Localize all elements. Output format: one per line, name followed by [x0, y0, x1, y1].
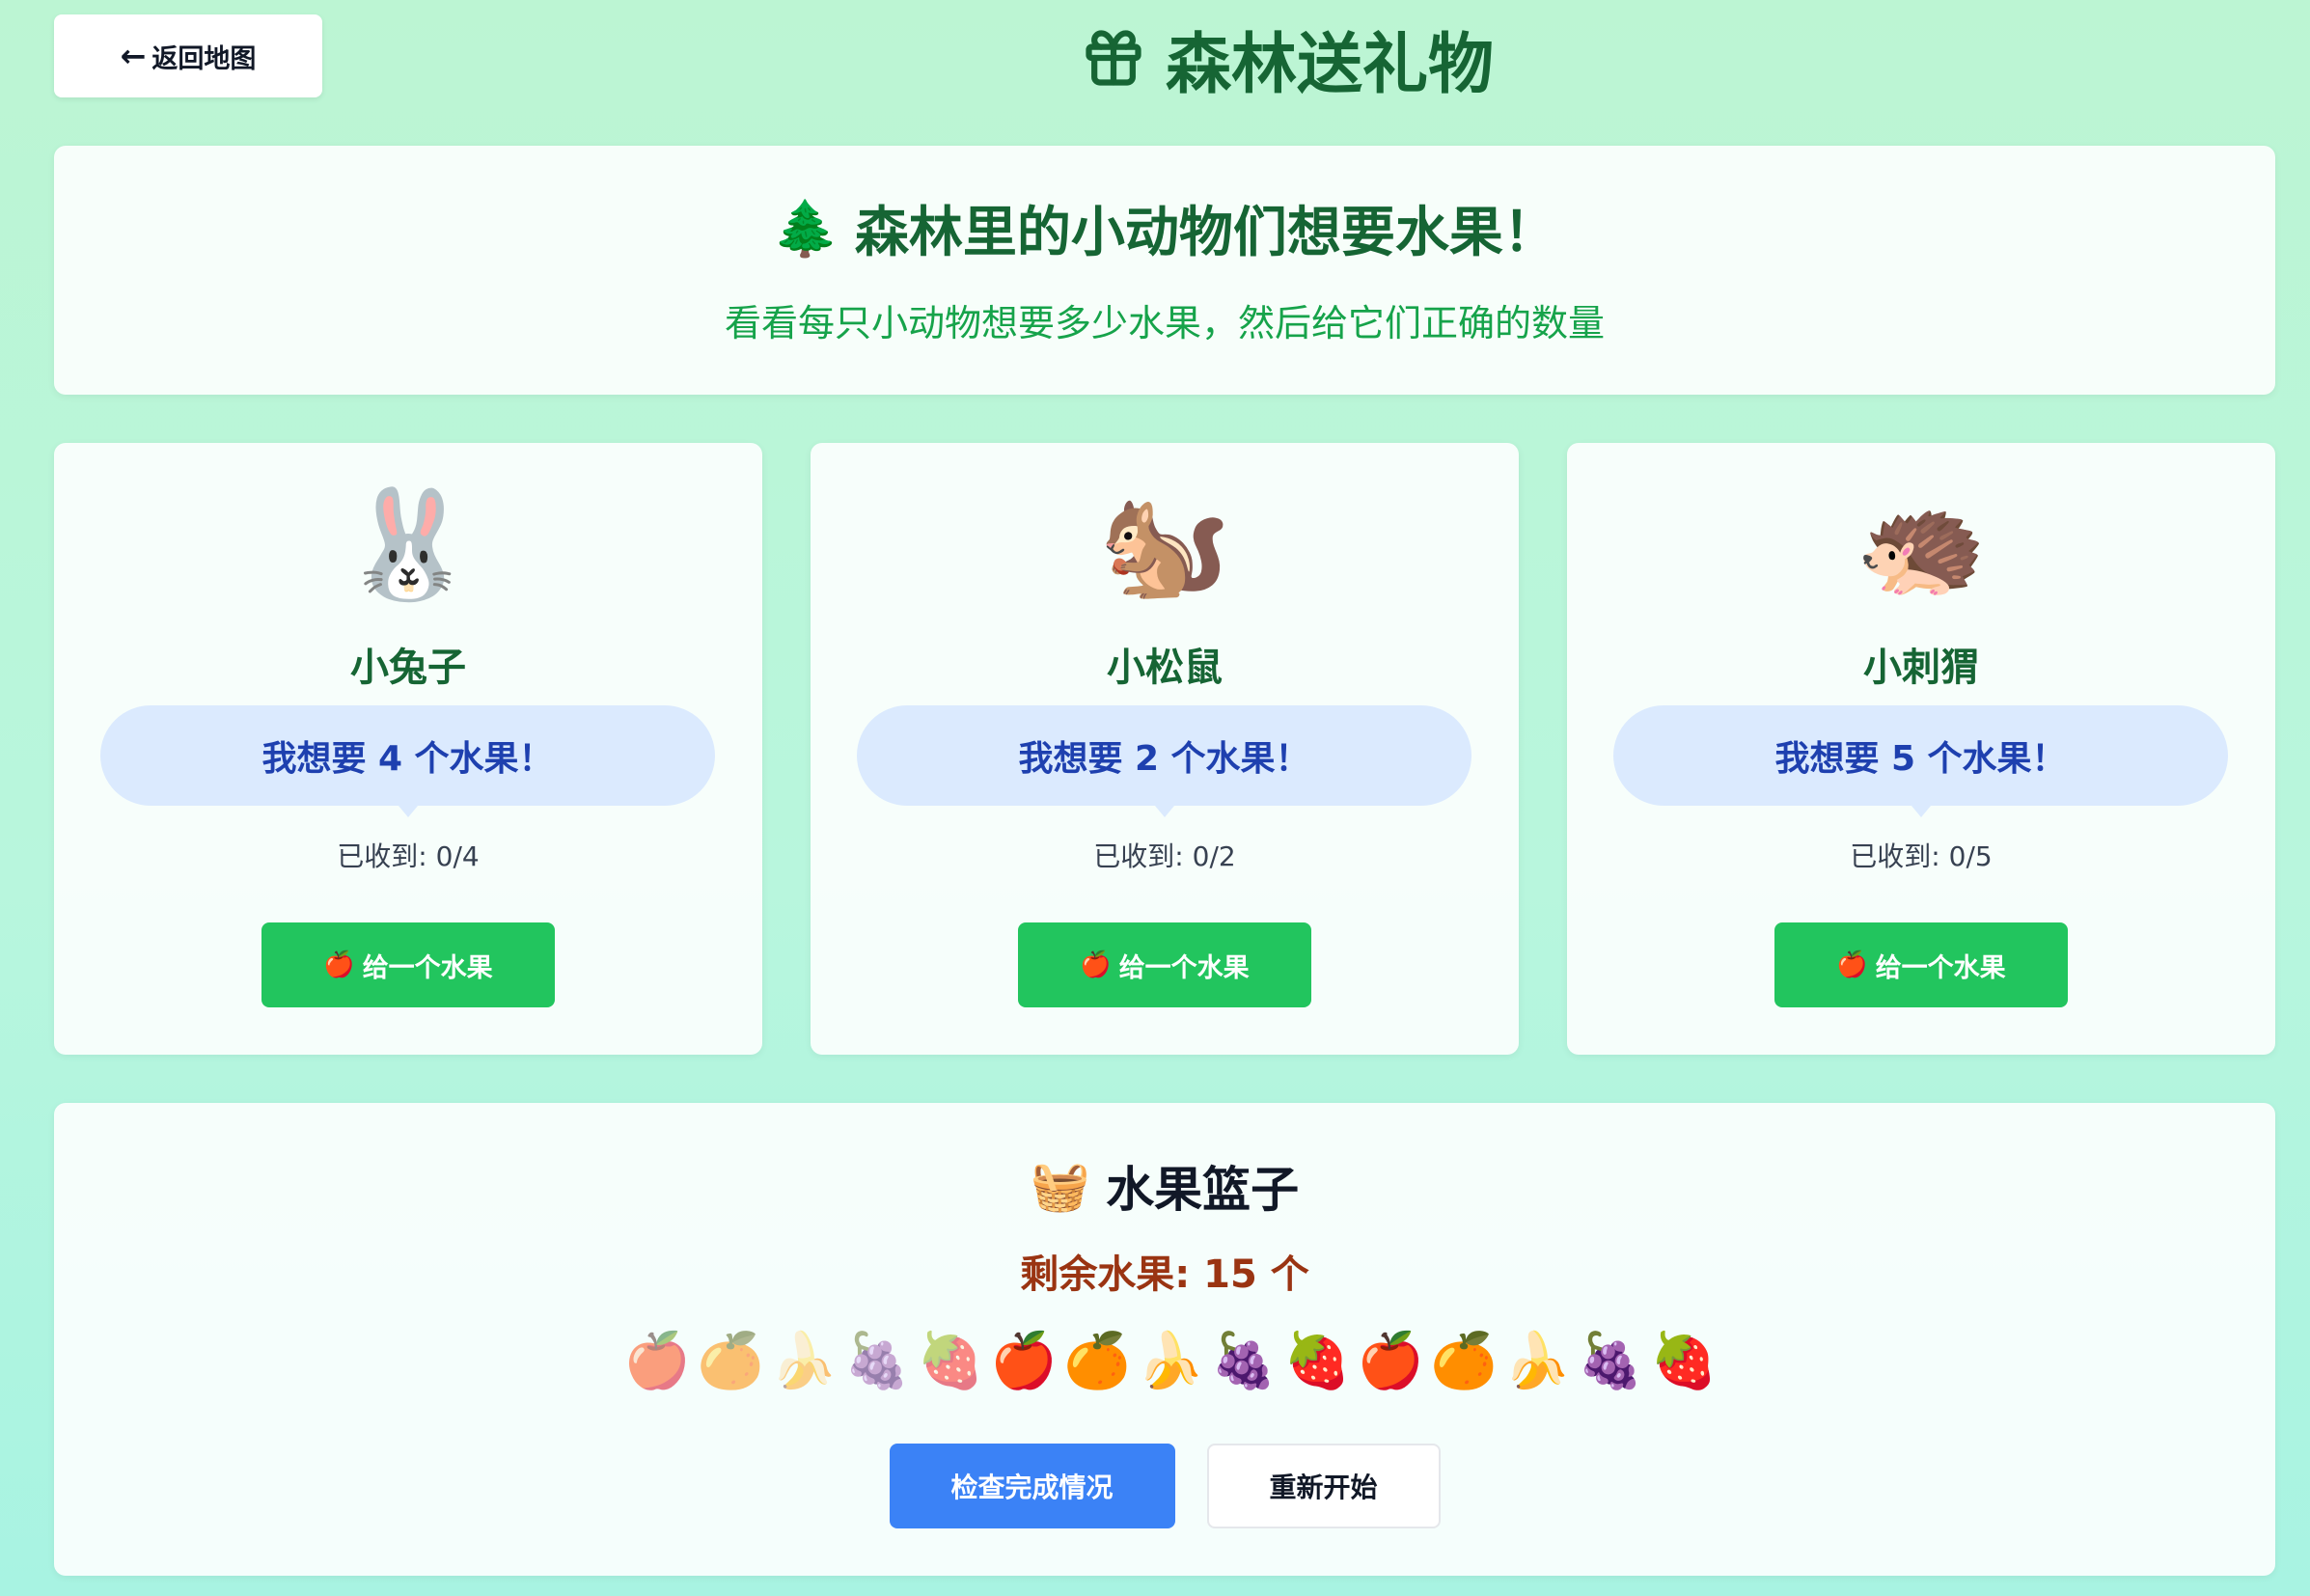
- basket-title: 🧺 水果篮子: [54, 1151, 2275, 1221]
- back-to-map-button[interactable]: ← 返回地图: [54, 14, 322, 97]
- give-fruit-label: 给一个水果: [1118, 952, 1250, 983]
- hedgehog-icon: 🦔: [1855, 482, 1988, 606]
- give-fruit-label: 给一个水果: [1875, 952, 2006, 983]
- rabbit-icon: 🐰: [342, 482, 475, 606]
- tree-icon: 🌲: [772, 197, 839, 261]
- back-button-label: 返回地图: [151, 43, 257, 74]
- page-title-text: 森林送礼物: [1166, 26, 1495, 103]
- banana-icon[interactable]: 🍌: [770, 1323, 838, 1400]
- basket-actions: 检查完成情况 重新开始: [54, 1444, 2275, 1528]
- request-bubble: 我想要 2 个水果！: [857, 705, 1471, 817]
- gift-icon: [1086, 30, 1141, 86]
- request-bubble: 我想要 4 个水果！: [100, 705, 715, 817]
- received-count: 已收到: 0/2: [1093, 840, 1236, 872]
- animal-card-squirrel: 🐿️ 小松鼠 我想要 2 个水果！ 已收到: 0/2 🍎 给一个水果: [811, 443, 1519, 1055]
- strawberry-icon[interactable]: 🍓: [1283, 1323, 1351, 1400]
- intro-subtitle: 看看每只小动物想要多少水果，然后给它们正确的数量: [724, 302, 1605, 344]
- fruit-basket-panel: 🧺 水果篮子 剩余水果: 15 个 🍎 🍊 🍌 🍇 🍓 🍎 🍊 🍌 🍇 🍓 🍎 🍊 🍌 🍇 🍓 检查完成情况…: [54, 1103, 2275, 1576]
- animal-name: 小松鼠: [1107, 646, 1223, 690]
- apple-icon[interactable]: 🍎: [1357, 1323, 1424, 1400]
- grapes-icon[interactable]: 🍇: [843, 1323, 911, 1400]
- intro-panel: 🌲 森林里的小动物们想要水果！ 看看每只小动物想要多少水果，然后给它们正确的数量: [54, 146, 2275, 395]
- intro-title-text: 森林里的小动物们想要水果！: [854, 202, 1557, 264]
- animal-card-hedgehog: 🦔 小刺猬 我想要 5 个水果！ 已收到: 0/5 🍎 给一个水果: [1567, 443, 2275, 1055]
- banana-icon[interactable]: 🍌: [1137, 1323, 1204, 1400]
- give-fruit-button-hedgehog[interactable]: 🍎 给一个水果: [1774, 922, 2068, 1007]
- apple-icon: 🍎: [1836, 950, 1868, 979]
- give-fruit-button-rabbit[interactable]: 🍎 给一个水果: [261, 922, 555, 1007]
- apple-icon: 🍎: [323, 950, 355, 979]
- animal-name: 小兔子: [350, 646, 466, 690]
- give-fruit-button-squirrel[interactable]: 🍎 给一个水果: [1018, 922, 1311, 1007]
- apple-icon: 🍎: [1080, 950, 1112, 979]
- intro-title: 🌲 森林里的小动物们想要水果！: [54, 189, 2275, 267]
- orange-icon[interactable]: 🍊: [1430, 1323, 1498, 1400]
- basket-title-text: 水果篮子: [1106, 1162, 1300, 1218]
- basket-icon: 🧺: [1030, 1157, 1091, 1214]
- orange-icon[interactable]: 🍊: [1063, 1323, 1131, 1400]
- check-completion-button[interactable]: 检查完成情况: [889, 1444, 1175, 1528]
- apple-icon[interactable]: 🍎: [990, 1323, 1058, 1400]
- squirrel-icon: 🐿️: [1098, 482, 1231, 606]
- grapes-icon[interactable]: 🍇: [1577, 1323, 1644, 1400]
- banana-icon[interactable]: 🍌: [1503, 1323, 1571, 1400]
- received-count: 已收到: 0/4: [337, 840, 480, 872]
- apple-icon[interactable]: 🍎: [623, 1323, 691, 1400]
- orange-icon[interactable]: 🍊: [697, 1323, 764, 1400]
- animal-name: 小刺猬: [1863, 646, 1979, 690]
- remaining-fruits: 剩余水果: 15 个: [1020, 1252, 1309, 1297]
- received-count: 已收到: 0/5: [1850, 840, 1993, 872]
- request-bubble: 我想要 5 个水果！: [1613, 705, 2228, 817]
- arrow-left-icon: ←: [120, 38, 147, 74]
- animal-card-rabbit: 🐰 小兔子 我想要 4 个水果！ 已收到: 0/4 🍎 给一个水果: [54, 443, 762, 1055]
- give-fruit-label: 给一个水果: [362, 952, 493, 983]
- strawberry-icon[interactable]: 🍓: [917, 1323, 984, 1400]
- restart-button[interactable]: 重新开始: [1206, 1444, 1441, 1528]
- strawberry-icon[interactable]: 🍓: [1650, 1323, 1718, 1400]
- grapes-icon[interactable]: 🍇: [1210, 1323, 1278, 1400]
- page-title: 森林送礼物: [1081, 10, 1494, 106]
- fruit-row: 🍎 🍊 🍌 🍇 🍓 🍎 🍊 🍌 🍇 🍓 🍎 🍊 🍌 🍇 🍓: [54, 1323, 2275, 1400]
